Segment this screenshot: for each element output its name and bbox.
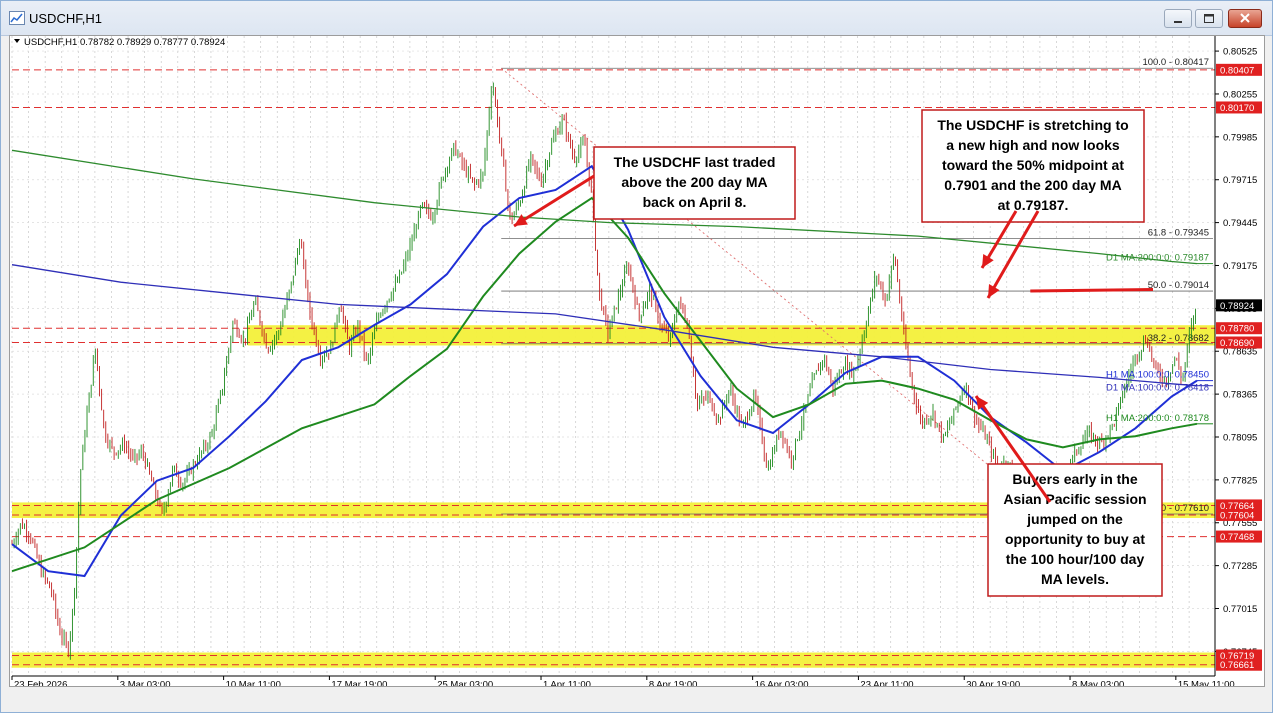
chart-area[interactable]: 100.0 - 0.80417 61.8 - 0.79345 50.0 - 0.79… xyxy=(9,35,1265,691)
y-tick-label: 0.79445 xyxy=(1223,218,1257,229)
x-tick-label: 30 Apr 19:00 xyxy=(966,680,1020,686)
level-price-label: 0.78690 xyxy=(1220,338,1254,349)
close-button[interactable] xyxy=(1228,9,1262,28)
x-tick-label: 25 Mar 03:00 xyxy=(437,680,493,686)
y-tick-label: 0.79985 xyxy=(1223,132,1257,143)
y-tick-label: 0.80255 xyxy=(1223,89,1257,100)
window-title: USDCHF,H1 xyxy=(29,11,102,26)
y-tick-label: 0.80525 xyxy=(1223,47,1257,58)
target-line xyxy=(1030,288,1154,293)
x-tick-label: 17 Mar 19:00 xyxy=(331,680,387,686)
ma-label: H1 MA:200:0:0: 0.78178 xyxy=(1106,413,1209,424)
annotation-box-buyers-line: MA levels. xyxy=(1041,571,1109,587)
fib-level-label: 61.8 - 0.79345 xyxy=(1148,227,1209,238)
annotation-box-april8-line: The USDCHF last traded xyxy=(614,154,776,170)
y-tick-label: 0.79175 xyxy=(1223,261,1257,272)
usdchf-price-chart[interactable]: 100.0 - 0.80417 61.8 - 0.79345 50.0 - 0.79… xyxy=(10,36,1264,691)
y-tick-label: 0.78365 xyxy=(1223,390,1257,401)
ma-label: H1 MA:100:0:0: 0.78450 xyxy=(1106,370,1209,381)
x-tick-label: 16 Apr 03:00 xyxy=(755,680,809,686)
level-price-label: 0.80170 xyxy=(1220,103,1254,114)
level-price-label: 0.80407 xyxy=(1220,65,1254,76)
y-tick-label: 0.77015 xyxy=(1223,604,1257,615)
annotation-box-april8-line: back on April 8. xyxy=(643,194,747,210)
y-tick-label: 0.78095 xyxy=(1223,432,1257,443)
annotation-box-new-high-line: at 0.79187. xyxy=(998,197,1069,213)
annotation-box-buyers-line: Asian Pacific session xyxy=(1003,491,1146,507)
x-tick-label: 23 Apr 11:00 xyxy=(860,680,913,686)
annotation-box-new-high-line: a new high and now looks xyxy=(946,137,1120,153)
ma-label: D1 MA:100:0:0: 0.78418 xyxy=(1106,383,1209,394)
annotation-box-april8-line: above the 200 day MA xyxy=(621,174,767,190)
x-tick-label: 23 Feb 2026 xyxy=(14,680,67,686)
ma-label: D1 MA:200:0:0: 0.79187 xyxy=(1106,253,1209,264)
maximize-button[interactable] xyxy=(1195,9,1223,28)
current-price-label: 0.78924 xyxy=(1220,301,1254,312)
fib-level-label: 50.0 - 0.79014 xyxy=(1148,280,1209,291)
x-tick-label: 3 Mar 03:00 xyxy=(120,680,171,686)
close-icon xyxy=(1240,13,1250,23)
header-dropdown-icon xyxy=(14,39,20,43)
level-price-label: 0.78780 xyxy=(1220,324,1254,335)
level-price-label: 0.77604 xyxy=(1220,510,1254,521)
annotation-box-buyers-line: the 100 hour/100 day xyxy=(1006,551,1145,567)
support-zone xyxy=(12,652,1215,668)
annotation-box-buyers-line: opportunity to buy at xyxy=(1005,531,1145,547)
minimize-icon xyxy=(1174,21,1182,23)
annotation-box-new-high-line: 0.7901 and the 200 day MA xyxy=(944,177,1121,193)
y-tick-label: 0.79715 xyxy=(1223,175,1257,186)
minimize-button[interactable] xyxy=(1164,9,1192,28)
annotation-box-buyers-line: jumped on the xyxy=(1026,511,1123,527)
y-tick-label: 0.77285 xyxy=(1223,561,1257,572)
chart-window: USDCHF,H1 100.0 - 0.80417 61.8 - 0.79345 5… xyxy=(0,0,1273,713)
level-price-label: 0.77468 xyxy=(1220,532,1254,543)
window-titlebar[interactable]: USDCHF,H1 xyxy=(1,1,1272,36)
ma-line-d1-ma-100-0-0 xyxy=(11,264,1198,387)
x-tick-label: 10 Mar 11:00 xyxy=(226,680,281,686)
fib-level-label: 100.0 - 0.80417 xyxy=(1142,57,1209,68)
x-tick-label: 1 Apr 11:00 xyxy=(543,680,591,686)
annotation-box-new-high-line: toward the 50% midpoint at xyxy=(942,157,1124,173)
chart-app-icon xyxy=(9,11,25,25)
fib-level-label: 38.2 - 0.78682 xyxy=(1148,333,1209,344)
restore-icon xyxy=(1204,14,1214,23)
level-price-label: 0.76661 xyxy=(1220,660,1254,671)
x-tick-label: 8 Apr 19:00 xyxy=(649,680,698,686)
x-tick-label: 15 May 11:00 xyxy=(1178,680,1235,686)
y-tick-label: 0.77825 xyxy=(1223,475,1257,486)
ohlc-header: USDCHF,H1 0.78782 0.78929 0.78777 0.7892… xyxy=(24,37,225,48)
x-tick-label: 8 May 03:00 xyxy=(1072,680,1124,686)
arrow-to-midpoint xyxy=(986,210,1040,299)
annotation-box-new-high-line: The USDCHF is stretching to xyxy=(937,117,1128,133)
